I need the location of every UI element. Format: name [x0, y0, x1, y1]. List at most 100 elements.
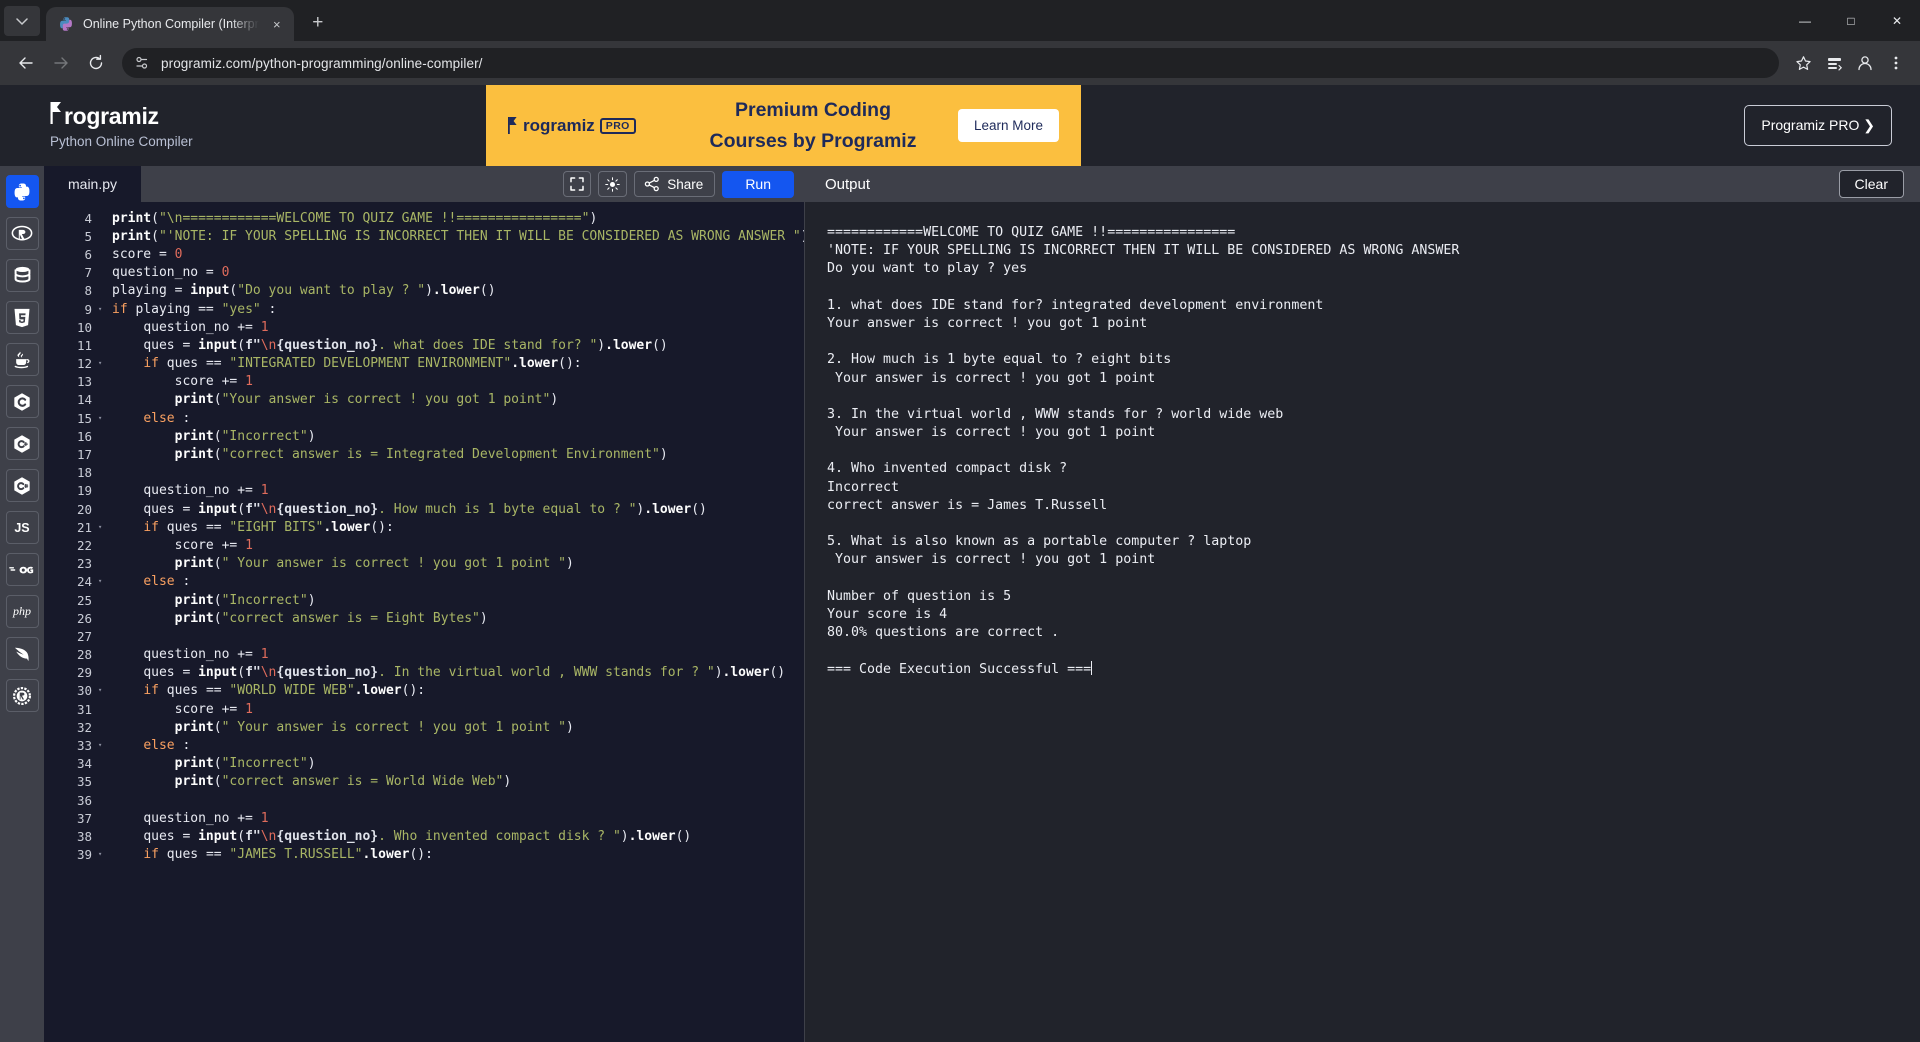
fold-toggle-icon[interactable]: ▾ [98, 305, 107, 313]
theme-toggle-button[interactable] [598, 171, 628, 197]
sidebar-item-cpp[interactable] [5, 427, 39, 460]
code-line: 16 print("Incorrect") [44, 427, 804, 445]
fold-toggle-icon[interactable]: ▾ [98, 360, 107, 367]
line-number: 25 [76, 592, 92, 608]
database-icon [14, 266, 30, 283]
clear-output-button[interactable]: Clear [1838, 170, 1904, 198]
learn-more-button[interactable]: Learn More [957, 109, 1059, 142]
csharp-icon [14, 476, 30, 495]
brand-subtitle: Python Online Compiler [50, 134, 193, 149]
fold-toggle-icon[interactable]: ▾ [98, 851, 107, 858]
profile-avatar-icon[interactable] [1851, 49, 1879, 77]
fullscreen-button[interactable] [563, 171, 592, 197]
sidebar-item-swift[interactable] [5, 637, 39, 670]
line-number: 22 [76, 537, 92, 553]
line-number: 8 [84, 283, 92, 299]
promo-banner[interactable]: rogramiz PRO Premium Coding Courses by P… [486, 85, 1081, 166]
code-editor[interactable]: 4 print("\n============WELCOME TO QUIZ GA… [44, 202, 804, 1042]
html5-icon [14, 308, 30, 327]
fullscreen-icon [570, 177, 585, 191]
code-text: if ques == "JAMES T.RUSSELL".lower(): [143, 847, 433, 863]
output-line: 1. what does IDE stand for? integrated d… [827, 297, 1324, 313]
arrow-right-icon [54, 57, 68, 69]
code-text: if ques == "WORLD WIDE WEB".lower(): [143, 683, 426, 699]
fold-toggle-icon[interactable]: ▾ [98, 414, 107, 422]
code-line: 21 ▾ if ques == "EIGHT BITS".lower(): [44, 518, 804, 536]
line-number: 26 [76, 610, 92, 626]
line-number: 19 [76, 483, 92, 499]
sidebar-item-html[interactable] [5, 301, 39, 334]
code-text: question_no += 1 [143, 647, 269, 663]
fold-toggle-icon[interactable]: ▾ [98, 578, 107, 585]
line-number: 28 [76, 647, 92, 663]
code-text: print("Incorrect") [174, 592, 316, 608]
sidebar-item-go[interactable] [5, 553, 39, 586]
language-sidebar: JS php [0, 166, 44, 1042]
line-number: 30 [76, 683, 92, 699]
programiz-pro-button[interactable]: Programiz PRO ❯ [1744, 105, 1892, 146]
bookmark-star-icon[interactable] [1789, 49, 1817, 77]
browser-toolbar: programiz.com/python-programming/online-… [0, 41, 1920, 85]
main-area: JS php main.py Share Run 4 print("\n====… [0, 166, 1920, 1042]
maximize-window-button[interactable]: □ [1828, 0, 1874, 41]
browser-tab-strip: Online Python Compiler (Interpr × + — □ … [0, 0, 1920, 41]
code-text: else : [143, 574, 191, 590]
editor-pane: main.py Share Run 4 print("\n===========… [44, 166, 805, 1042]
fold-toggle-icon[interactable]: ▾ [98, 742, 107, 749]
line-number: 16 [76, 428, 92, 444]
sidebar-item-java[interactable] [5, 343, 39, 376]
minimize-window-button[interactable]: — [1782, 0, 1828, 41]
site-settings-icon[interactable] [134, 55, 150, 71]
reload-button[interactable] [80, 47, 112, 79]
browser-tab[interactable]: Online Python Compiler (Interpr × [46, 7, 294, 41]
browser-menu-icon[interactable] [1882, 49, 1910, 77]
code-line: 22 score += 1 [44, 536, 804, 554]
sidebar-item-sql[interactable] [5, 259, 39, 292]
close-tab-icon[interactable]: × [268, 15, 286, 33]
tab-search-button[interactable] [4, 6, 40, 36]
code-line: 28 question_no += 1 [44, 646, 804, 664]
code-text: if ques == "INTEGRATED DEVELOPMENT ENVIR… [143, 356, 582, 372]
code-text: score = 0 [112, 246, 183, 262]
code-text: print("Your answer is correct ! you got … [174, 392, 559, 408]
code-line: 33 ▾ else : [44, 736, 804, 754]
fold-toggle-icon[interactable]: ▾ [98, 687, 107, 694]
forward-button[interactable] [45, 47, 77, 79]
file-tab-main-py[interactable]: main.py [44, 166, 142, 202]
sidebar-item-csharp[interactable] [5, 469, 39, 502]
code-line: 13 score += 1 [44, 373, 804, 391]
code-line: 15 ▾ else : [44, 409, 804, 427]
line-number: 15 [76, 410, 92, 426]
run-button[interactable]: Run [722, 170, 794, 198]
code-text: ques = input(f"\n{question_no}. Who inve… [143, 828, 692, 844]
output-console[interactable]: ============WELCOME TO QUIZ GAME !!=====… [805, 202, 1920, 1042]
extensions-icon[interactable] [1820, 49, 1848, 77]
output-line: === Code Execution Successful === [827, 660, 1093, 677]
code-line: 36 [44, 791, 804, 809]
code-text: playing = input("Do you want to play ? "… [112, 283, 496, 299]
line-number: 33 [76, 738, 92, 754]
code-text: score += 1 [174, 374, 253, 390]
close-window-button[interactable]: ✕ [1874, 0, 1920, 41]
code-text: question_no += 1 [143, 810, 269, 826]
brand-block[interactable]: rogramiz Python Online Compiler [28, 102, 428, 149]
back-button[interactable] [10, 47, 42, 79]
sidebar-item-python[interactable] [5, 175, 39, 208]
share-button[interactable]: Share [634, 171, 716, 197]
output-line: 5. What is also known as a portable comp… [827, 534, 1252, 550]
sidebar-item-rust[interactable] [5, 679, 39, 712]
code-line: 32 print(" Your answer is correct ! you … [44, 718, 804, 736]
new-tab-button[interactable]: + [304, 9, 332, 37]
sidebar-item-php[interactable]: php [5, 595, 39, 628]
output-line: Number of question is 5 [827, 588, 1012, 604]
code-line: 11 ques = input(f"\n{question_no}. what … [44, 336, 804, 354]
sidebar-item-c[interactable] [5, 385, 39, 418]
address-bar[interactable]: programiz.com/python-programming/online-… [122, 48, 1779, 78]
fold-toggle-icon[interactable]: ▾ [98, 523, 107, 531]
code-line: 8 playing = input("Do you want to play ? … [44, 282, 804, 300]
sidebar-item-js[interactable]: JS [5, 511, 39, 544]
sidebar-item-r[interactable] [5, 217, 39, 250]
output-toolbar: Output Clear [805, 166, 1920, 202]
output-line: 3. In the virtual world , WWW stands for… [827, 406, 1284, 422]
